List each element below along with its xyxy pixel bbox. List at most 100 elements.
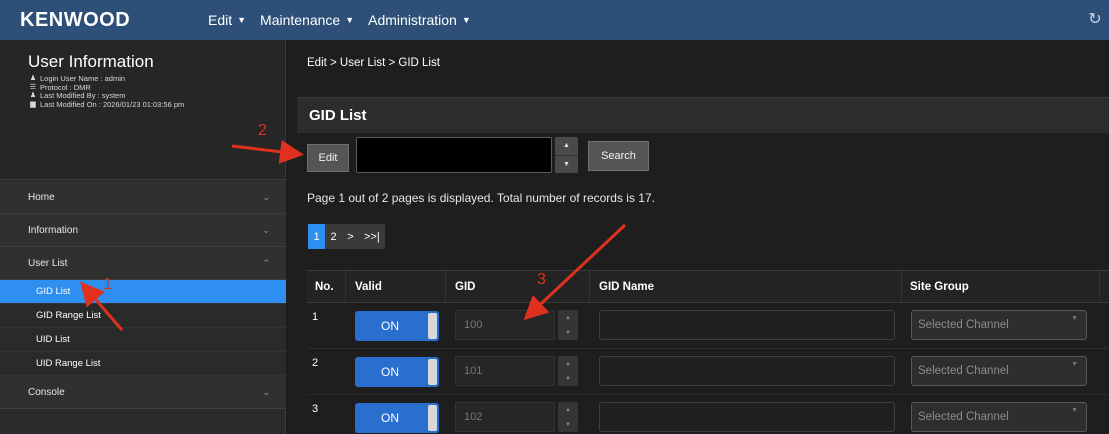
select-arrow-icon: ▼ bbox=[1071, 361, 1078, 368]
user-icon: ♟ bbox=[29, 92, 37, 99]
sidebar-subitem-gid-range-list[interactable]: GID Range List bbox=[0, 304, 286, 328]
toggle-knob bbox=[428, 405, 437, 431]
toggle-label: ON bbox=[381, 365, 399, 379]
gid-input[interactable]: 101 bbox=[455, 356, 555, 386]
menu-administration-label: Administration bbox=[368, 12, 457, 28]
sidebar-subitem-uid-range-list[interactable]: UID Range List bbox=[0, 352, 286, 376]
main-content: Edit > User List > GID List GID List Edi… bbox=[287, 40, 1109, 434]
sidebar-subitem-gid-list[interactable]: GID List bbox=[0, 280, 286, 304]
spin-down-icon[interactable]: ▼ bbox=[558, 371, 578, 386]
sidebar-subitem-label: UID Range List bbox=[36, 358, 101, 369]
sidebar-subitem-uid-list[interactable]: UID List bbox=[0, 328, 286, 352]
info-modified-on-text: Last Modified On : 2026/01/23 01:03:56 p… bbox=[40, 99, 185, 109]
col-header-gid-name: GID Name bbox=[599, 281, 654, 293]
sidebar-subitem-label: GID Range List bbox=[36, 310, 101, 321]
spin-down-icon[interactable]: ▼ bbox=[555, 154, 578, 174]
select-arrow-icon: ▼ bbox=[1071, 315, 1078, 322]
spin-up-icon[interactable]: ▲ bbox=[558, 356, 578, 371]
spin-up-icon[interactable]: ▲ bbox=[558, 310, 578, 325]
valid-toggle[interactable]: ON bbox=[355, 311, 439, 341]
page-1-button[interactable]: 1 bbox=[308, 224, 325, 249]
panel-header: GID List bbox=[297, 97, 1109, 133]
column-divider bbox=[589, 271, 590, 302]
toggle-label: ON bbox=[381, 411, 399, 425]
gid-name-input[interactable] bbox=[599, 402, 895, 432]
gid-name-input[interactable] bbox=[599, 356, 895, 386]
search-spinner[interactable]: ▲ ▼ bbox=[555, 137, 578, 173]
annotation-number-2: 2 bbox=[258, 122, 267, 139]
site-group-select[interactable]: Selected Channel ▼ bbox=[911, 402, 1087, 432]
list-icon: ☰ bbox=[29, 83, 37, 91]
user-icon: ♟ bbox=[29, 75, 37, 82]
sidebar: User Information ♟ Login User Name : admi… bbox=[0, 40, 286, 434]
main-menu: Edit ▼ Maintenance ▼ Administration ▼ bbox=[208, 12, 485, 28]
edit-button[interactable]: Edit bbox=[307, 144, 349, 172]
select-arrow-icon: ▼ bbox=[1071, 407, 1078, 414]
sidebar-item-home[interactable]: Home ⌄ bbox=[0, 181, 286, 214]
menu-edit[interactable]: Edit ▼ bbox=[208, 12, 246, 28]
table-row: 3 ON 102 ▲ ▼ Selected Channel ▼ bbox=[307, 395, 1109, 434]
sidebar-item-label: Home bbox=[28, 191, 55, 203]
kenwood-logo: KENWOOD bbox=[20, 8, 131, 31]
site-group-select[interactable]: Selected Channel ▼ bbox=[911, 310, 1087, 340]
valid-toggle[interactable]: ON bbox=[355, 403, 439, 433]
gid-spinner[interactable]: ▲ ▼ bbox=[558, 310, 578, 340]
chevron-down-icon: ⌄ bbox=[262, 191, 270, 202]
sidebar-nav: Home ⌄ Information ⌄ User List ⌃ GID List G… bbox=[0, 181, 286, 409]
column-divider bbox=[901, 271, 902, 302]
toggle-knob bbox=[428, 313, 437, 339]
refresh-icon[interactable]: ↻ bbox=[1085, 10, 1105, 30]
breadcrumb: Edit > User List > GID List bbox=[307, 57, 440, 69]
caret-down-icon: ▼ bbox=[237, 15, 247, 25]
spin-down-icon[interactable]: ▼ bbox=[558, 417, 578, 432]
next-page-button[interactable]: > bbox=[342, 224, 359, 249]
table-header: No. Valid GID GID Name Site Group bbox=[307, 270, 1109, 303]
gid-name-input[interactable] bbox=[599, 310, 895, 340]
chevron-down-icon: ⌄ bbox=[262, 386, 270, 397]
row-number: 3 bbox=[312, 403, 319, 415]
caret-down-icon: ▼ bbox=[345, 15, 355, 25]
menu-administration[interactable]: Administration ▼ bbox=[368, 12, 471, 28]
search-button[interactable]: Search bbox=[588, 141, 649, 171]
chevron-down-icon: ⌄ bbox=[262, 224, 270, 235]
page-2-button[interactable]: 2 bbox=[325, 224, 342, 249]
site-group-select[interactable]: Selected Channel ▼ bbox=[911, 356, 1087, 386]
gid-spinner[interactable]: ▲ ▼ bbox=[558, 356, 578, 386]
menu-maintenance[interactable]: Maintenance ▼ bbox=[260, 12, 354, 28]
spin-up-icon[interactable]: ▲ bbox=[555, 137, 578, 155]
chevron-up-icon: ⌃ bbox=[262, 257, 270, 268]
site-group-value: Selected Channel bbox=[918, 319, 1009, 331]
page-info: Page 1 out of 2 pages is displayed. Tota… bbox=[307, 191, 655, 205]
sidebar-item-console[interactable]: Console ⌄ bbox=[0, 376, 286, 409]
gid-input[interactable]: 102 bbox=[455, 402, 555, 432]
spin-down-icon[interactable]: ▼ bbox=[558, 325, 578, 340]
sidebar-item-label: User List bbox=[28, 257, 68, 269]
row-number: 1 bbox=[312, 311, 319, 323]
spin-up-icon[interactable]: ▲ bbox=[558, 402, 578, 417]
col-header-gid: GID bbox=[455, 281, 476, 293]
top-navbar: KENWOOD Edit ▼ Maintenance ▼ Administratio… bbox=[0, 0, 1109, 40]
menu-edit-label: Edit bbox=[208, 12, 233, 28]
gid-table: No. Valid GID GID Name Site Group 1 ON 1… bbox=[307, 270, 1109, 434]
col-header-valid: Valid bbox=[355, 281, 382, 293]
last-page-button[interactable]: >>| bbox=[359, 224, 385, 249]
column-divider bbox=[345, 271, 346, 302]
col-header-no: No. bbox=[315, 281, 334, 293]
sidebar-item-information[interactable]: Information ⌄ bbox=[0, 214, 286, 247]
sidebar-item-label: Information bbox=[28, 224, 79, 236]
user-info-title: User Information bbox=[28, 52, 154, 71]
sidebar-item-label: Console bbox=[28, 386, 65, 398]
sidebar-subitem-label: GID List bbox=[36, 286, 71, 297]
user-info-panel: User Information ♟ Login User Name : admi… bbox=[0, 40, 285, 180]
table-row: 1 ON 100 ▲ ▼ Selected Channel ▼ bbox=[307, 303, 1109, 349]
valid-toggle[interactable]: ON bbox=[355, 357, 439, 387]
caret-down-icon: ▼ bbox=[461, 15, 471, 25]
col-header-site-group: Site Group bbox=[910, 281, 969, 293]
gid-input[interactable]: 100 bbox=[455, 310, 555, 340]
site-group-value: Selected Channel bbox=[918, 365, 1009, 377]
search-input[interactable] bbox=[356, 137, 552, 173]
toggle-knob bbox=[428, 359, 437, 385]
table-row: 2 ON 101 ▲ ▼ Selected Channel ▼ bbox=[307, 349, 1109, 395]
sidebar-item-user-list[interactable]: User List ⌃ bbox=[0, 247, 286, 280]
gid-spinner[interactable]: ▲ ▼ bbox=[558, 402, 578, 432]
